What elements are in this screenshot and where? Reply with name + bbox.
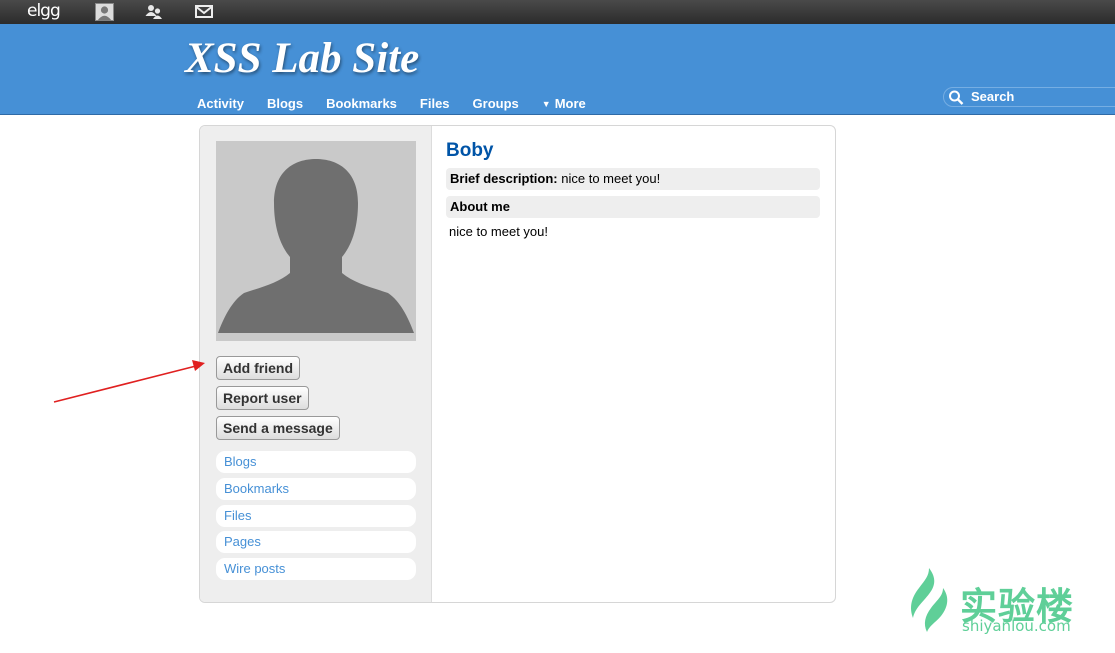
- watermark-url: shiyanlou.com: [962, 617, 1071, 635]
- search-input[interactable]: [971, 89, 1111, 103]
- search-icon: [948, 90, 964, 110]
- owner-menu-files[interactable]: Files: [216, 505, 416, 527]
- nav-groups[interactable]: Groups: [473, 96, 519, 111]
- brief-description-value: nice to meet you!: [561, 171, 661, 186]
- brief-description-label: Brief description:: [450, 171, 558, 186]
- nav-files[interactable]: Files: [420, 96, 450, 111]
- nav-blogs[interactable]: Blogs: [267, 96, 303, 111]
- profile-panel: Add friend Report user Send a message Bl…: [199, 125, 836, 603]
- owner-menu-wire-posts[interactable]: Wire posts: [216, 558, 416, 580]
- brief-description-row: Brief description: nice to meet you!: [446, 168, 820, 190]
- search-box: [943, 87, 1115, 107]
- about-me-label: About me: [450, 199, 510, 214]
- shiyanlou-logo-icon: [911, 568, 948, 632]
- owner-menu-blogs[interactable]: Blogs: [216, 451, 416, 473]
- owner-menu-bookmarks[interactable]: Bookmarks: [216, 478, 416, 500]
- nav-more[interactable]: ▼ More: [542, 96, 586, 111]
- dropdown-triangle-icon: ▼: [541, 99, 551, 109]
- nav-more-label: More: [554, 96, 586, 111]
- nav-bookmarks[interactable]: Bookmarks: [326, 96, 397, 111]
- annotation-arrow-icon: [53, 360, 205, 403]
- about-me-text: nice to meet you!: [449, 224, 548, 239]
- about-me-header: About me: [446, 196, 820, 218]
- owner-menu-pages[interactable]: Pages: [216, 531, 416, 553]
- profile-name[interactable]: Boby: [446, 140, 820, 164]
- profile-details: Boby Brief description: nice to meet you…: [446, 140, 820, 239]
